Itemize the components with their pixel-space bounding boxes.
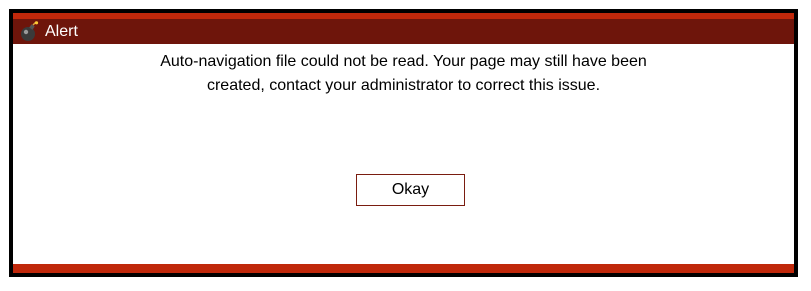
alert-dialog: Alert Auto-navigation file could not be … [9, 9, 798, 277]
message-line-1: Auto-navigation file could not be read. … [160, 53, 647, 70]
message-line-2: created, contact your administrator to c… [206, 77, 601, 94]
alert-message: Auto-navigation file could not be read. … [13, 50, 794, 98]
dialog-title: Alert [45, 23, 78, 40]
title-bar: Alert [13, 19, 794, 44]
bomb-icon [17, 20, 41, 44]
dialog-body: Alert Auto-navigation file could not be … [13, 13, 794, 273]
bottom-accent-strip [13, 264, 794, 273]
okay-button[interactable]: Okay [356, 174, 465, 206]
